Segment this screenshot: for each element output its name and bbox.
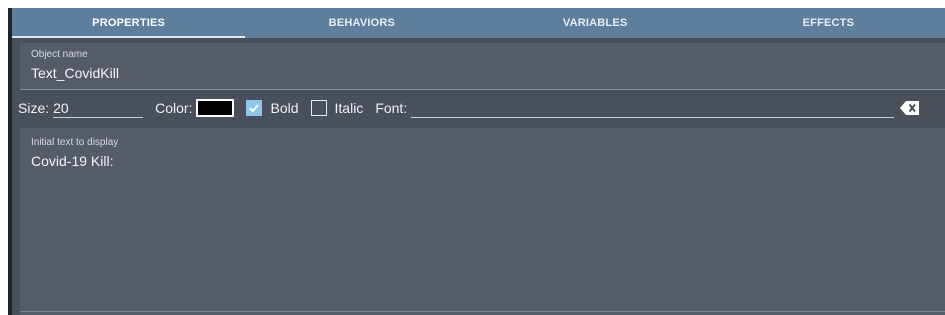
italic-label: Italic — [334, 100, 364, 116]
object-name-label: Object name — [31, 49, 88, 60]
initial-text-label: Initial text to display — [31, 137, 119, 148]
object-name-value[interactable]: Text_CovidKill — [31, 65, 119, 81]
field-underline — [20, 311, 945, 312]
color-swatch[interactable] — [196, 99, 235, 117]
cutoff-caption — [0, 0, 945, 8]
object-name-field[interactable]: Object name Text_CovidKill — [20, 43, 945, 90]
clear-font-button[interactable] — [900, 99, 920, 117]
clear-x-icon — [900, 101, 920, 115]
initial-text-value[interactable]: Covid-19 Kill: — [31, 153, 113, 169]
tab-properties[interactable]: PROPERTIES — [12, 8, 246, 38]
text-style-toolbar: Size: Color: Bold Italic Font: — [12, 93, 945, 123]
font-label: Font: — [375, 100, 408, 116]
font-input[interactable] — [411, 98, 895, 118]
checkmark-icon — [249, 104, 260, 113]
italic-checkbox[interactable] — [310, 100, 327, 116]
bold-checkbox[interactable] — [246, 100, 263, 116]
size-input[interactable] — [53, 98, 144, 118]
tab-behaviors[interactable]: BEHAVIORS — [245, 8, 478, 38]
tab-variables[interactable]: VARIABLES — [479, 8, 712, 38]
initial-text-field[interactable]: Initial text to display Covid-19 Kill: — [20, 128, 945, 315]
bold-label: Bold — [270, 100, 299, 116]
tab-effects[interactable]: EFFECTS — [712, 8, 945, 38]
size-label: Size: — [18, 100, 50, 116]
color-label: Color: — [155, 100, 193, 116]
tab-bar: PROPERTIES BEHAVIORS VARIABLES EFFECTS — [12, 8, 945, 38]
panel-left-border — [8, 8, 12, 315]
